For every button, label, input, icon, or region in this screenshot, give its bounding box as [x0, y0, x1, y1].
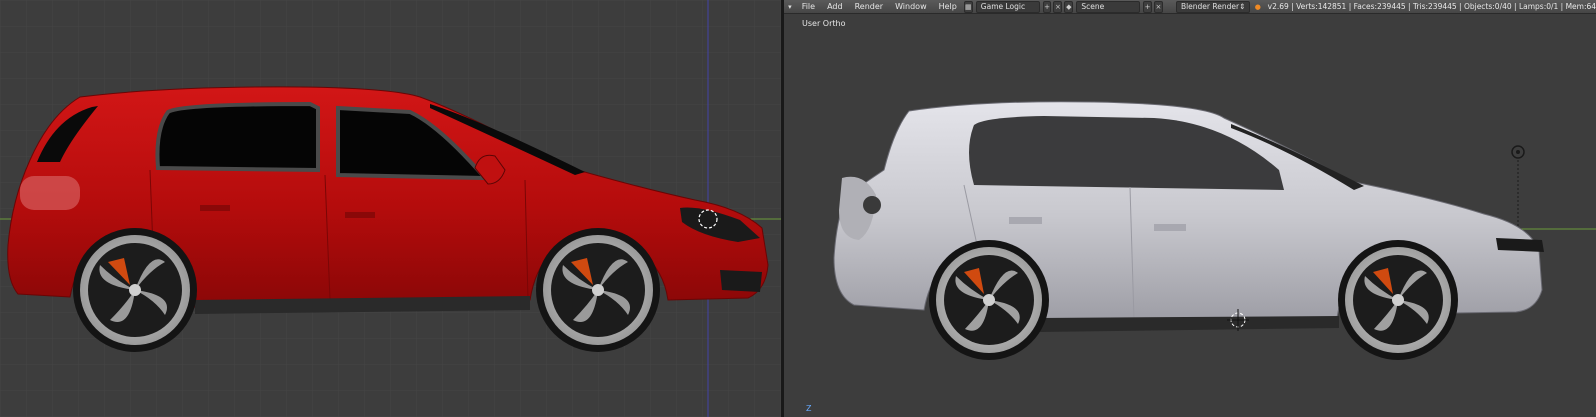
layout-add-button[interactable]: + — [1042, 0, 1052, 13]
viewport-right-canvas[interactable] — [784, 0, 1596, 417]
render-engine-select[interactable]: Blender Render ⇕ — [1175, 0, 1250, 13]
viewport-left[interactable] — [0, 0, 784, 417]
scene-remove-button[interactable]: × — [1154, 0, 1163, 13]
menu-window[interactable]: Window — [889, 0, 933, 13]
scene-stats: v2.69 | Verts:142851 | Faces:239445 | Tr… — [1267, 2, 1596, 11]
axis-indicator: Z — [806, 404, 812, 413]
viewport-left-canvas[interactable] — [0, 0, 784, 417]
menu-help[interactable]: Help — [933, 0, 963, 13]
scene-add-button[interactable]: + — [1143, 0, 1153, 13]
view-label: User Ortho — [802, 19, 846, 28]
scene-icon[interactable]: ◆ — [1064, 0, 1074, 13]
scene-field[interactable]: Scene — [1076, 0, 1141, 13]
layout-remove-button[interactable]: × — [1053, 0, 1063, 13]
wheel-rear-left — [73, 228, 197, 352]
viewport-right[interactable] — [784, 0, 1596, 417]
menu-render[interactable]: Render — [849, 0, 889, 13]
menu-file[interactable]: File — [796, 0, 821, 13]
layout-icon[interactable]: ▦ — [963, 0, 973, 13]
screen-layout-field[interactable]: Game Logic — [975, 0, 1040, 13]
render-engine-label: Blender Render — [1180, 1, 1240, 11]
info-header: ▾ File Add Render Window Help ▦ Game Log… — [784, 0, 1596, 14]
wheel-front-left — [536, 228, 660, 352]
engine-dropdown-icon: ⇕ — [1239, 1, 1246, 11]
blender-logo-icon: ● — [1254, 2, 1261, 11]
menu-add[interactable]: Add — [821, 0, 849, 13]
wheel-rear-right — [929, 240, 1049, 360]
wheel-front-right — [1338, 240, 1458, 360]
menu-toggle-icon[interactable]: ▾ — [786, 2, 794, 11]
